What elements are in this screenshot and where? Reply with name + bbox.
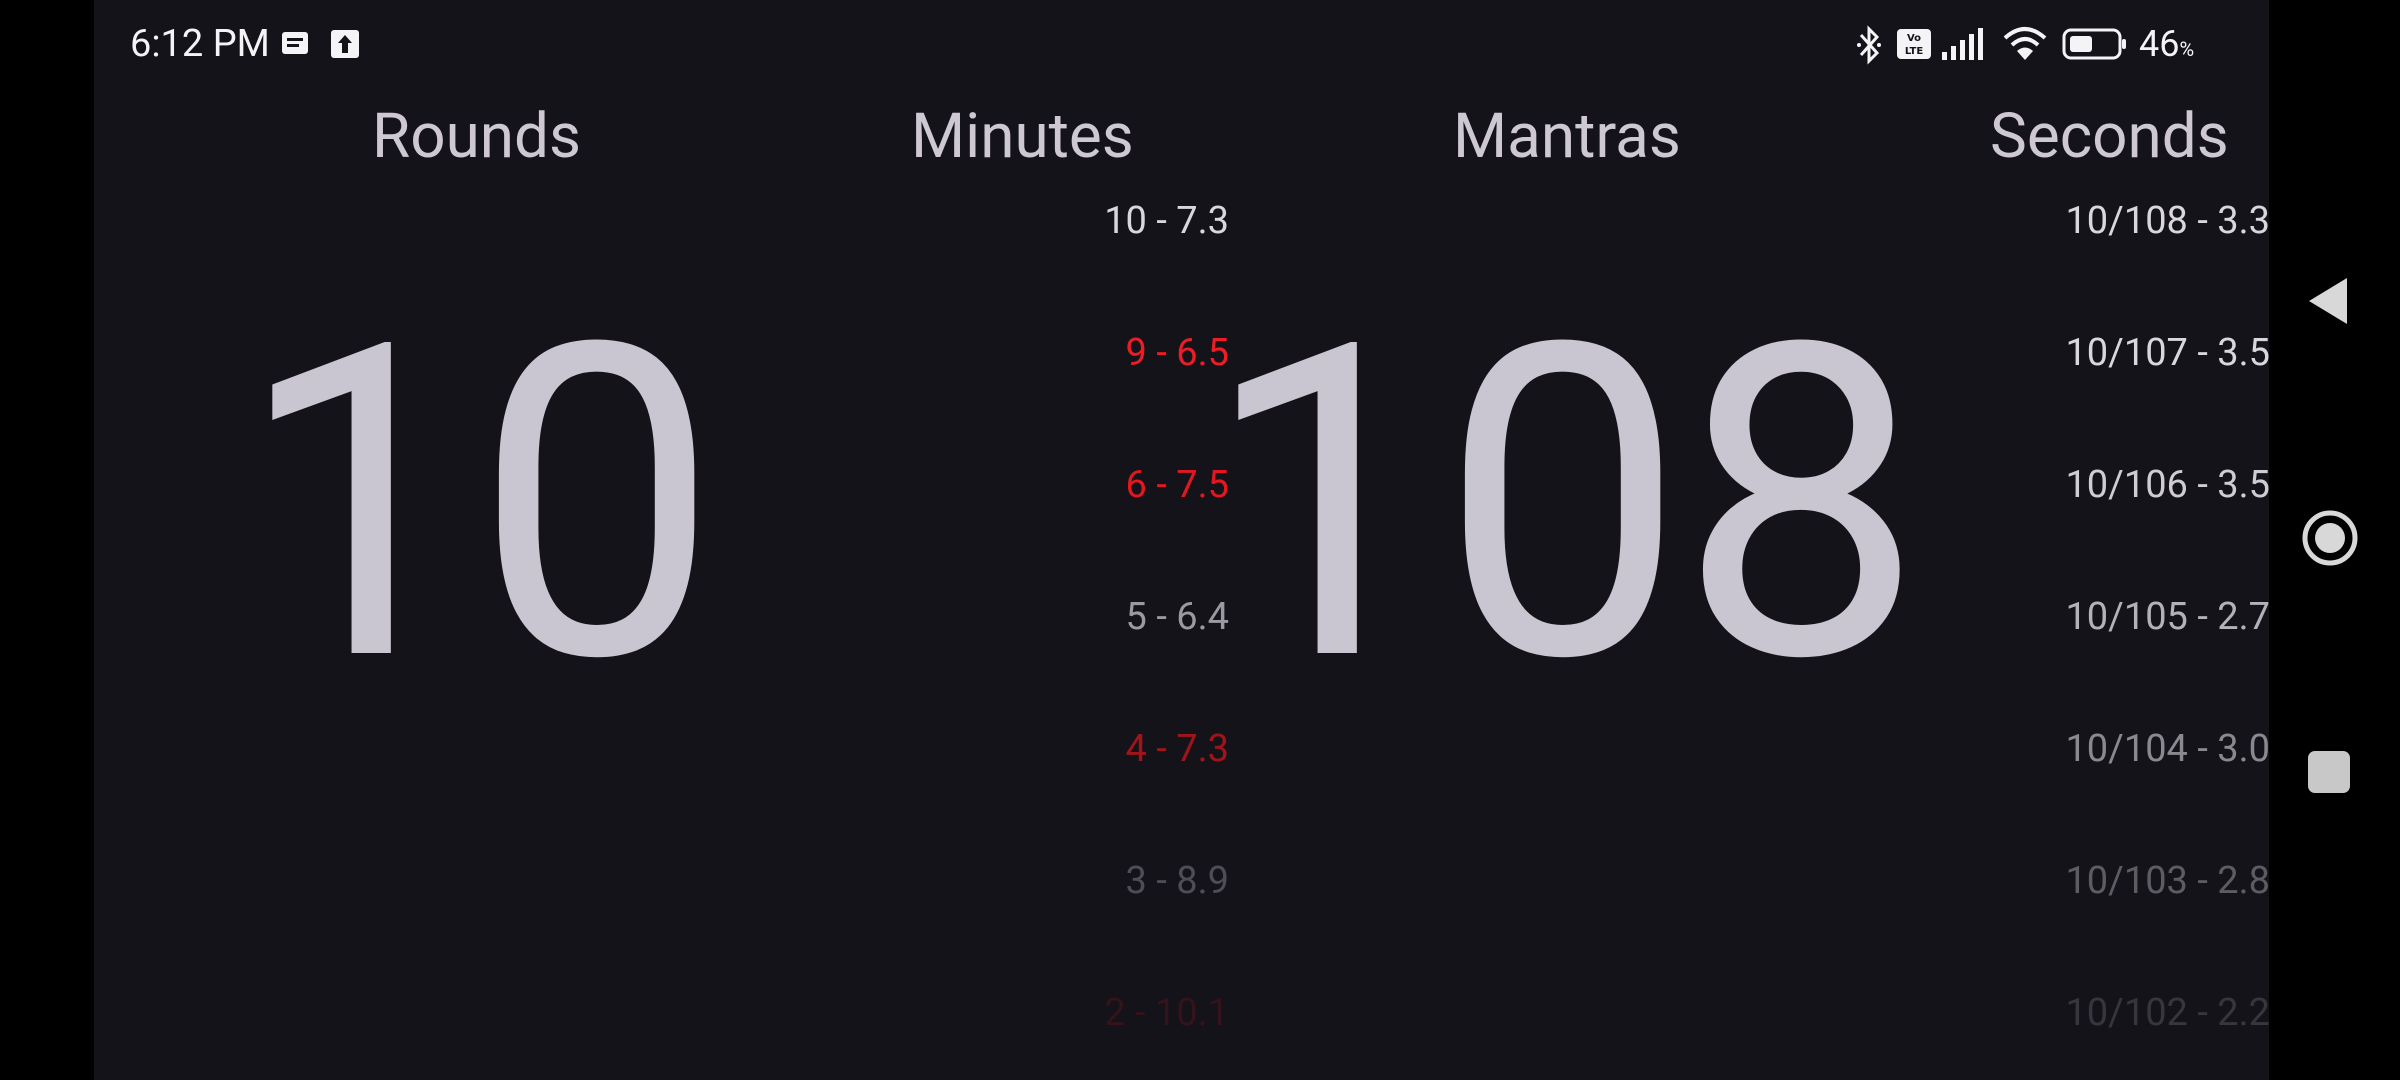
minutes-row: 10 - 7.3 bbox=[1104, 199, 1229, 243]
minutes-header: Minutes bbox=[911, 100, 1134, 173]
back-icon[interactable] bbox=[2305, 276, 2351, 326]
navigation-bar bbox=[2269, 0, 2400, 1080]
rounds-counter[interactable]: 10 bbox=[236, 288, 719, 723]
minutes-row: 5 - 6.4 bbox=[1125, 595, 1229, 639]
status-time: 6:12 PM bbox=[130, 22, 270, 66]
seconds-row: 10/106 - 3.5 bbox=[2065, 463, 2269, 507]
seconds-row: 10/104 - 3.0 bbox=[2065, 727, 2269, 771]
app-screen: 6:12 PM Vo LTE 46% Rounds Minutes Mantra… bbox=[94, 0, 2269, 1080]
volte-icon: Vo LTE bbox=[1897, 29, 1931, 59]
svg-text:Vo: Vo bbox=[1907, 33, 1921, 44]
seconds-row: 10/108 - 3.3 bbox=[2065, 199, 2269, 243]
signal-icon bbox=[1942, 28, 1983, 60]
battery-icon bbox=[2062, 28, 2126, 60]
minutes-row: 2 - 10.1 bbox=[1104, 991, 1229, 1035]
rounds-header: Rounds bbox=[372, 100, 581, 173]
message-icon bbox=[282, 32, 308, 54]
minutes-row: 3 - 8.9 bbox=[1125, 859, 1229, 903]
minutes-row: 6 - 7.5 bbox=[1125, 463, 1229, 507]
bluetooth-icon bbox=[1857, 25, 1881, 65]
seconds-row: 10/107 - 3.5 bbox=[2065, 331, 2269, 375]
svg-text:LTE: LTE bbox=[1905, 46, 1924, 57]
mantras-counter[interactable]: 108 bbox=[1202, 288, 1923, 723]
wifi-icon bbox=[2003, 27, 2047, 60]
mantras-header: Mantras bbox=[1453, 100, 1681, 173]
seconds-row: 10/102 - 2.2 bbox=[2065, 991, 2269, 1035]
minutes-row: 9 - 6.5 bbox=[1125, 331, 1229, 375]
minutes-row: 4 - 7.3 bbox=[1125, 727, 1229, 771]
home-icon[interactable] bbox=[2301, 509, 2359, 567]
seconds-row: 10/103 - 2.8 bbox=[2065, 859, 2269, 903]
battery-percent: 46% bbox=[2139, 23, 2195, 65]
seconds-header: Seconds bbox=[1990, 100, 2229, 173]
recents-icon[interactable] bbox=[2307, 750, 2351, 794]
upload-icon bbox=[331, 30, 359, 58]
seconds-row: 10/105 - 2.7 bbox=[2065, 595, 2269, 639]
